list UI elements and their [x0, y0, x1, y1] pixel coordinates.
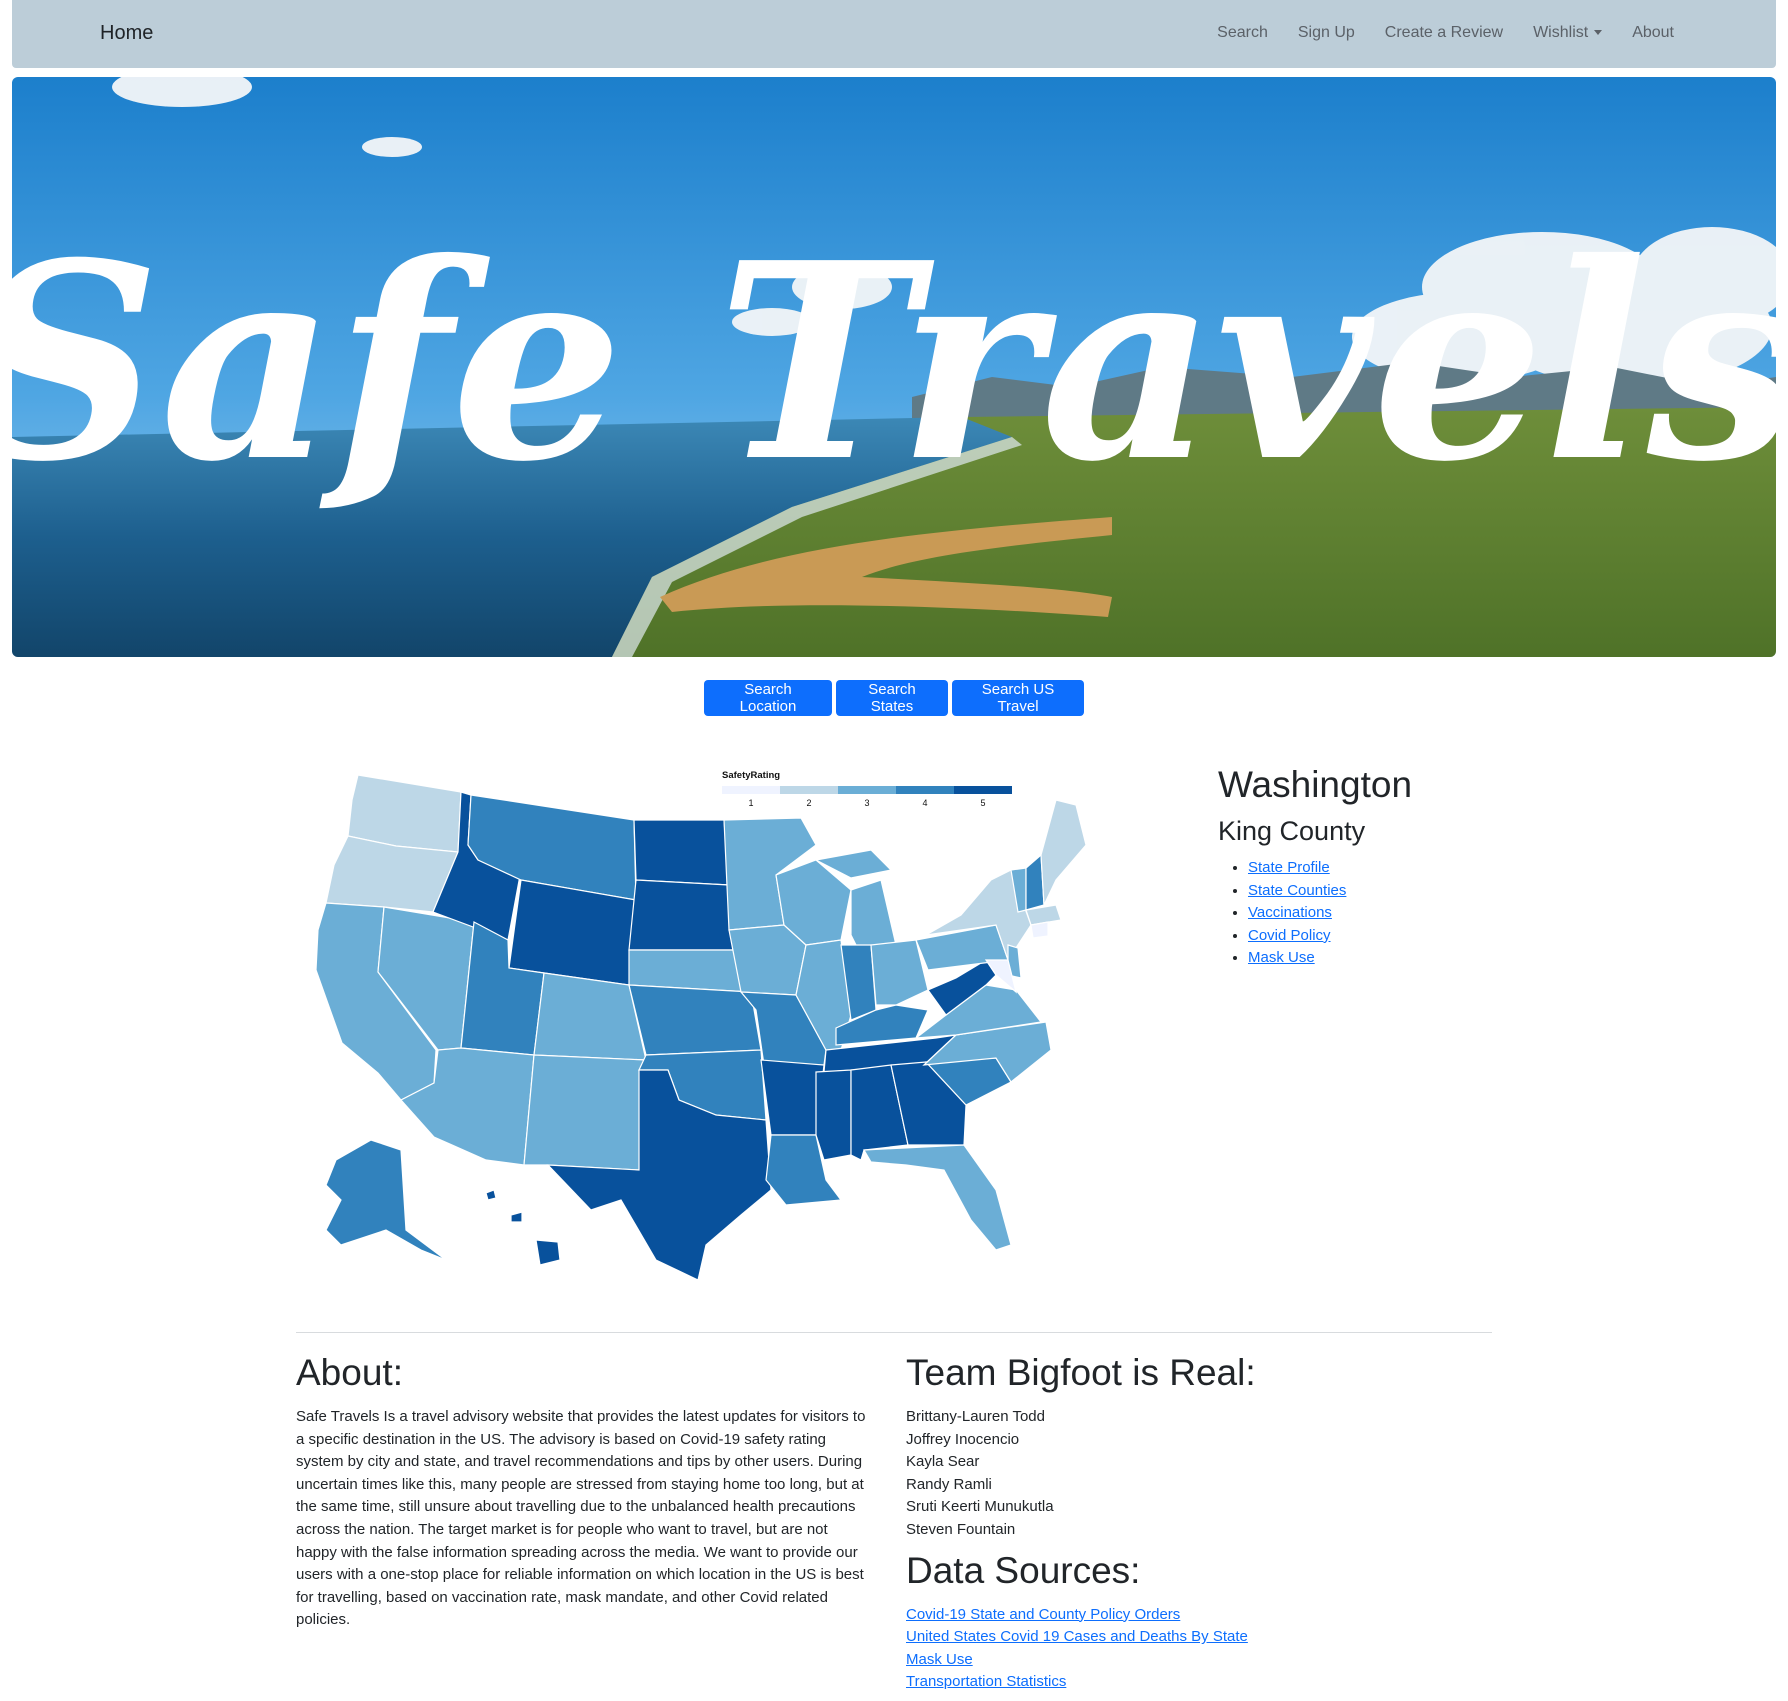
source-policy-orders-link[interactable]: Covid-19 State and County Policy Orders	[906, 1606, 1180, 1623]
list-item: Mask Use	[906, 1649, 1466, 1672]
state-connecticut[interactable]	[1030, 921, 1049, 939]
list-item: Covid-19 State and County Policy Orders	[906, 1604, 1466, 1627]
section-divider	[296, 1332, 1492, 1333]
state-iowa[interactable]	[728, 924, 807, 996]
team-members: Brittany-Lauren Todd Joffrey Inocencio K…	[906, 1406, 1466, 1542]
legend-tick-label: 4	[922, 798, 927, 808]
legend-tick-label: 2	[806, 798, 811, 808]
list-item: Vaccinations	[1248, 902, 1578, 925]
nav-links: Search Sign Up Create a Review Wishlist …	[1187, 24, 1776, 42]
legend-swatch	[722, 786, 780, 794]
legend-swatch	[896, 786, 954, 794]
state-hawaii[interactable]	[485, 1189, 561, 1266]
team-member: Randy Ramli	[906, 1475, 992, 1493]
legend-tick-label: 1	[748, 798, 753, 808]
state-kansas[interactable]	[628, 984, 762, 1056]
state-mississippi[interactable]	[815, 1069, 852, 1161]
covid-policy-link[interactable]: Covid Policy	[1248, 927, 1331, 944]
legend-swatch	[780, 786, 838, 794]
legend-swatch	[838, 786, 896, 794]
state-south-dakota[interactable]	[628, 879, 737, 951]
state-maine[interactable]	[1040, 799, 1087, 908]
state-arkansas[interactable]	[760, 1059, 825, 1136]
source-transportation-link[interactable]: Transportation Statistics	[906, 1673, 1066, 1690]
source-mask-use-link[interactable]: Mask Use	[906, 1651, 973, 1668]
team-heading: Team Bigfoot is Real:	[906, 1352, 1256, 1393]
nav-about[interactable]: About	[1632, 24, 1674, 42]
county-name: King County	[1218, 816, 1366, 846]
about-body: Safe Travels Is a travel advisory websit…	[296, 1408, 866, 1629]
team-member: Steven Fountain	[906, 1520, 1016, 1538]
about-heading: About:	[296, 1352, 403, 1393]
map-legend: SafetyRating 1 2 3 4 5	[722, 770, 1012, 808]
state-counties-link[interactable]: State Counties	[1248, 882, 1346, 899]
state-profile-link[interactable]: State Profile	[1248, 859, 1330, 876]
location-panel: Washington King County State Profile Sta…	[1218, 763, 1578, 970]
list-item: United States Covid 19 Cases and Deaths …	[906, 1626, 1466, 1649]
nav-search[interactable]: Search	[1217, 24, 1268, 42]
hero-title: Safe Travels	[12, 203, 1776, 521]
us-map-svg: SafetyRating 1 2 3 4 5	[315, 770, 1087, 1281]
about-section: About: Safe Travels Is a travel advisory…	[296, 1350, 866, 1632]
list-item: Covid Policy	[1248, 925, 1578, 948]
team-member: Sruti Keerti Munukutla	[906, 1498, 1054, 1516]
location-links: State Profile State Counties Vaccination…	[1218, 857, 1578, 970]
hero-image: Safe Travels	[12, 77, 1776, 657]
team-member: Brittany-Lauren Todd	[906, 1408, 1045, 1425]
navbar: Home Search Sign Up Create a Review Wish…	[12, 0, 1776, 68]
search-location-button[interactable]: Search Location	[704, 680, 832, 716]
nav-wishlist-dropdown[interactable]: Wishlist	[1533, 24, 1603, 42]
state-new-mexico[interactable]	[523, 1054, 647, 1171]
nav-sign-up[interactable]: Sign Up	[1298, 24, 1355, 42]
legend-swatch	[954, 786, 1012, 794]
search-button-group: Search Location Search States Search US …	[0, 680, 1788, 716]
state-florida[interactable]	[862, 1144, 1012, 1251]
caret-down-icon	[1594, 30, 1603, 36]
nav-wishlist-label: Wishlist	[1533, 24, 1589, 41]
hero-banner: Safe Travels	[12, 77, 1776, 657]
legend-tick-label: 5	[980, 798, 985, 808]
nav-create-review[interactable]: Create a Review	[1385, 24, 1503, 42]
team-member: Kayla Sear	[906, 1453, 980, 1471]
vaccinations-link[interactable]: Vaccinations	[1248, 904, 1332, 921]
state-north-dakota[interactable]	[633, 819, 730, 886]
source-cases-deaths-link[interactable]: United States Covid 19 Cases and Deaths …	[906, 1628, 1248, 1645]
team-section: Team Bigfoot is Real: Brittany-Lauren To…	[906, 1350, 1466, 1694]
data-sources-heading: Data Sources:	[906, 1549, 1141, 1591]
state-alaska[interactable]	[325, 1139, 447, 1261]
list-item: State Counties	[1248, 880, 1578, 903]
mask-use-link[interactable]: Mask Use	[1248, 949, 1315, 966]
search-states-button[interactable]: Search States	[836, 680, 948, 716]
search-us-travel-button[interactable]: Search US Travel	[952, 680, 1084, 716]
list-item: Mask Use	[1248, 947, 1578, 970]
list-item: Transportation Statistics	[906, 1671, 1466, 1694]
legend-tick-label: 3	[864, 798, 869, 808]
list-item: State Profile	[1248, 857, 1578, 880]
home-link[interactable]: Home	[100, 22, 153, 45]
data-sources-list: Covid-19 State and County Policy Orders …	[906, 1604, 1466, 1694]
us-safety-map: SafetyRating 1 2 3 4 5	[296, 760, 1176, 1320]
state-name: Washington	[1218, 764, 1413, 805]
team-member: Joffrey Inocencio	[906, 1430, 1020, 1448]
legend-title: SafetyRating	[722, 770, 780, 781]
